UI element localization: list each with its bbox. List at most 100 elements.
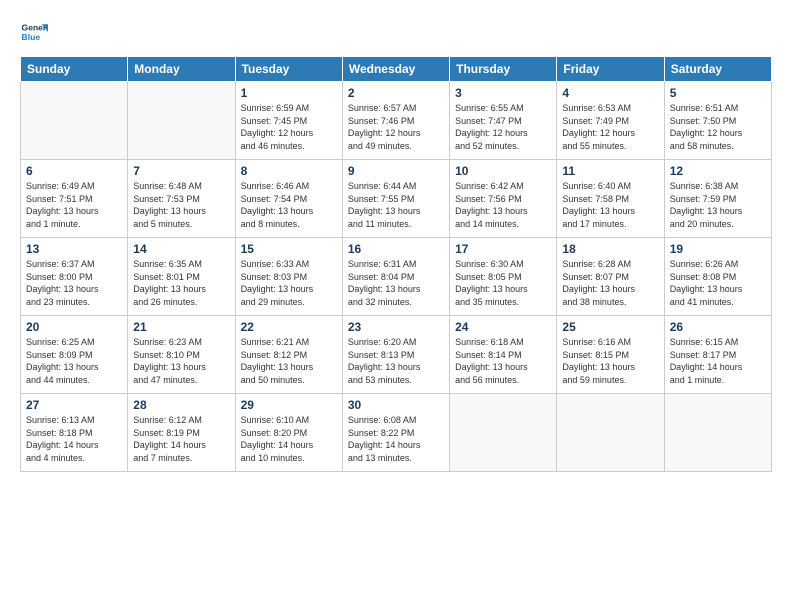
day-number: 27	[26, 398, 122, 412]
calendar-cell: 21 Sunrise: 6:23 AM Sunset: 8:10 PM Dayli…	[128, 316, 235, 394]
day-number: 21	[133, 320, 229, 334]
calendar-cell: 8 Sunrise: 6:46 AM Sunset: 7:54 PM Daylig…	[235, 160, 342, 238]
day-number: 22	[241, 320, 337, 334]
page: General Blue SundayMondayTuesdayWednesda…	[0, 0, 792, 612]
weekday-header-saturday: Saturday	[664, 57, 771, 82]
day-number: 9	[348, 164, 444, 178]
day-number: 19	[670, 242, 766, 256]
day-number: 8	[241, 164, 337, 178]
day-number: 1	[241, 86, 337, 100]
calendar-cell	[450, 394, 557, 472]
calendar-cell: 25 Sunrise: 6:16 AM Sunset: 8:15 PM Dayli…	[557, 316, 664, 394]
calendar-cell: 9Sunrise: 6:44 AM Sunset: 7:55 PM Daylig…	[342, 160, 449, 238]
calendar-cell: 2 Sunrise: 6:57 AM Sunset: 7:46 PM Daylig…	[342, 82, 449, 160]
day-info: Sunrise: 6:46 AM Sunset: 7:54 PM Dayligh…	[241, 180, 337, 230]
week-row-2: 6 Sunrise: 6:49 AM Sunset: 7:51 PM Daylig…	[21, 160, 772, 238]
calendar-cell: 30 Sunrise: 6:08 AM Sunset: 8:22 PM Dayli…	[342, 394, 449, 472]
calendar-cell: 26 Sunrise: 6:15 AM Sunset: 8:17 PM Dayli…	[664, 316, 771, 394]
day-info: Sunrise: 6:21 AM Sunset: 8:12 PM Dayligh…	[241, 336, 337, 386]
day-info: Sunrise: 6:57 AM Sunset: 7:46 PM Dayligh…	[348, 102, 444, 152]
calendar-cell: 4 Sunrise: 6:53 AM Sunset: 7:49 PM Daylig…	[557, 82, 664, 160]
day-number: 29	[241, 398, 337, 412]
week-row-4: 20 Sunrise: 6:25 AM Sunset: 8:09 PM Dayli…	[21, 316, 772, 394]
day-info: Sunrise: 6:16 AM Sunset: 8:15 PM Dayligh…	[562, 336, 658, 386]
day-info: Sunrise: 6:53 AM Sunset: 7:49 PM Dayligh…	[562, 102, 658, 152]
day-number: 3	[455, 86, 551, 100]
week-row-1: 1 Sunrise: 6:59 AM Sunset: 7:45 PM Daylig…	[21, 82, 772, 160]
calendar-cell: 18 Sunrise: 6:28 AM Sunset: 8:07 PM Dayli…	[557, 238, 664, 316]
day-number: 15	[241, 242, 337, 256]
week-row-5: 27 Sunrise: 6:13 AM Sunset: 8:18 PM Dayli…	[21, 394, 772, 472]
day-info: Sunrise: 6:59 AM Sunset: 7:45 PM Dayligh…	[241, 102, 337, 152]
calendar-cell	[21, 82, 128, 160]
day-number: 26	[670, 320, 766, 334]
day-info: Sunrise: 6:48 AM Sunset: 7:53 PM Dayligh…	[133, 180, 229, 230]
day-number: 2	[348, 86, 444, 100]
day-number: 23	[348, 320, 444, 334]
day-info: Sunrise: 6:30 AM Sunset: 8:05 PM Dayligh…	[455, 258, 551, 308]
day-info: Sunrise: 6:55 AM Sunset: 7:47 PM Dayligh…	[455, 102, 551, 152]
day-info: Sunrise: 6:31 AM Sunset: 8:04 PM Dayligh…	[348, 258, 444, 308]
calendar-cell: 17 Sunrise: 6:30 AM Sunset: 8:05 PM Dayli…	[450, 238, 557, 316]
week-row-3: 13 Sunrise: 6:37 AM Sunset: 8:00 PM Dayli…	[21, 238, 772, 316]
day-info: Sunrise: 6:15 AM Sunset: 8:17 PM Dayligh…	[670, 336, 766, 386]
day-number: 18	[562, 242, 658, 256]
day-info: Sunrise: 6:18 AM Sunset: 8:14 PM Dayligh…	[455, 336, 551, 386]
weekday-header-friday: Friday	[557, 57, 664, 82]
day-info: Sunrise: 6:33 AM Sunset: 8:03 PM Dayligh…	[241, 258, 337, 308]
day-info: Sunrise: 6:40 AM Sunset: 7:58 PM Dayligh…	[562, 180, 658, 230]
day-info: Sunrise: 6:08 AM Sunset: 8:22 PM Dayligh…	[348, 414, 444, 464]
day-number: 4	[562, 86, 658, 100]
day-info: Sunrise: 6:42 AM Sunset: 7:56 PM Dayligh…	[455, 180, 551, 230]
day-number: 14	[133, 242, 229, 256]
calendar-cell: 28Sunrise: 6:12 AM Sunset: 8:19 PM Dayli…	[128, 394, 235, 472]
day-info: Sunrise: 6:23 AM Sunset: 8:10 PM Dayligh…	[133, 336, 229, 386]
day-info: Sunrise: 6:49 AM Sunset: 7:51 PM Dayligh…	[26, 180, 122, 230]
day-info: Sunrise: 6:38 AM Sunset: 7:59 PM Dayligh…	[670, 180, 766, 230]
calendar-cell: 7Sunrise: 6:48 AM Sunset: 7:53 PM Daylig…	[128, 160, 235, 238]
calendar-cell: 19Sunrise: 6:26 AM Sunset: 8:08 PM Dayli…	[664, 238, 771, 316]
day-info: Sunrise: 6:25 AM Sunset: 8:09 PM Dayligh…	[26, 336, 122, 386]
day-number: 25	[562, 320, 658, 334]
calendar-cell: 10Sunrise: 6:42 AM Sunset: 7:56 PM Dayli…	[450, 160, 557, 238]
calendar-cell: 13 Sunrise: 6:37 AM Sunset: 8:00 PM Dayli…	[21, 238, 128, 316]
calendar-cell	[664, 394, 771, 472]
calendar-cell: 16Sunrise: 6:31 AM Sunset: 8:04 PM Dayli…	[342, 238, 449, 316]
calendar-cell: 15 Sunrise: 6:33 AM Sunset: 8:03 PM Dayli…	[235, 238, 342, 316]
day-info: Sunrise: 6:13 AM Sunset: 8:18 PM Dayligh…	[26, 414, 122, 464]
day-info: Sunrise: 6:28 AM Sunset: 8:07 PM Dayligh…	[562, 258, 658, 308]
calendar-cell: 3 Sunrise: 6:55 AM Sunset: 7:47 PM Daylig…	[450, 82, 557, 160]
calendar-cell: 1 Sunrise: 6:59 AM Sunset: 7:45 PM Daylig…	[235, 82, 342, 160]
calendar-cell	[128, 82, 235, 160]
day-info: Sunrise: 6:12 AM Sunset: 8:19 PM Dayligh…	[133, 414, 229, 464]
day-number: 13	[26, 242, 122, 256]
weekday-header-monday: Monday	[128, 57, 235, 82]
day-number: 12	[670, 164, 766, 178]
day-info: Sunrise: 6:37 AM Sunset: 8:00 PM Dayligh…	[26, 258, 122, 308]
weekday-header-sunday: Sunday	[21, 57, 128, 82]
day-number: 11	[562, 164, 658, 178]
calendar-cell: 24 Sunrise: 6:18 AM Sunset: 8:14 PM Dayli…	[450, 316, 557, 394]
header: General Blue	[20, 18, 772, 46]
calendar-cell: 5Sunrise: 6:51 AM Sunset: 7:50 PM Daylig…	[664, 82, 771, 160]
weekday-header-tuesday: Tuesday	[235, 57, 342, 82]
day-info: Sunrise: 6:20 AM Sunset: 8:13 PM Dayligh…	[348, 336, 444, 386]
calendar-cell: 29 Sunrise: 6:10 AM Sunset: 8:20 PM Dayli…	[235, 394, 342, 472]
calendar-cell: 11 Sunrise: 6:40 AM Sunset: 7:58 PM Dayli…	[557, 160, 664, 238]
calendar-cell: 12 Sunrise: 6:38 AM Sunset: 7:59 PM Dayli…	[664, 160, 771, 238]
calendar-cell: 6 Sunrise: 6:49 AM Sunset: 7:51 PM Daylig…	[21, 160, 128, 238]
day-number: 24	[455, 320, 551, 334]
day-number: 17	[455, 242, 551, 256]
day-number: 30	[348, 398, 444, 412]
calendar-table: SundayMondayTuesdayWednesdayThursdayFrid…	[20, 56, 772, 472]
weekday-header-wednesday: Wednesday	[342, 57, 449, 82]
day-number: 20	[26, 320, 122, 334]
day-number: 6	[26, 164, 122, 178]
calendar-cell: 27 Sunrise: 6:13 AM Sunset: 8:18 PM Dayli…	[21, 394, 128, 472]
weekday-header-row: SundayMondayTuesdayWednesdayThursdayFrid…	[21, 57, 772, 82]
calendar-cell: 14Sunrise: 6:35 AM Sunset: 8:01 PM Dayli…	[128, 238, 235, 316]
logo-icon: General Blue	[20, 18, 48, 46]
day-info: Sunrise: 6:51 AM Sunset: 7:50 PM Dayligh…	[670, 102, 766, 152]
logo: General Blue	[20, 18, 50, 46]
day-info: Sunrise: 6:10 AM Sunset: 8:20 PM Dayligh…	[241, 414, 337, 464]
